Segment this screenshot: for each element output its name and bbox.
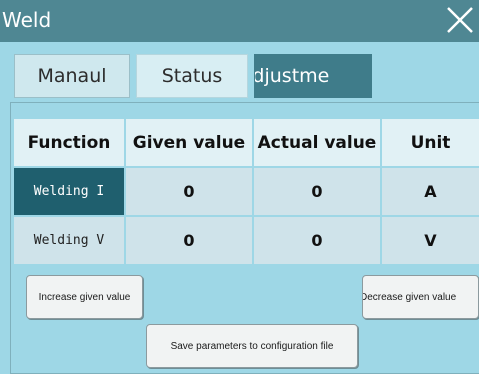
table-header-row: Function Given value Actual value Unit — [14, 119, 479, 168]
window-title: Weld — [2, 8, 52, 32]
tab-bar: Manaul Status ne adjustme — [0, 44, 479, 100]
increase-given-value-button[interactable]: Increase given value — [26, 275, 143, 319]
function-cell[interactable]: Welding I — [14, 168, 124, 215]
tab-adjustment[interactable]: ne adjustme — [254, 54, 372, 98]
tab-status[interactable]: Status — [136, 54, 248, 98]
actual-value-cell: 0 — [254, 168, 380, 215]
tab-manual[interactable]: Manaul — [14, 54, 130, 98]
function-cell[interactable]: Welding V — [14, 217, 124, 264]
table-row: Welding V 0 0 V — [14, 217, 479, 266]
unit-cell: A — [382, 168, 479, 215]
header-unit: Unit — [382, 119, 479, 166]
save-parameters-button[interactable]: Save parameters to configuration file — [146, 324, 358, 368]
decrease-button-label: Decrease given value — [362, 291, 457, 303]
given-value-cell[interactable]: 0 — [126, 168, 252, 215]
actual-value-cell: 0 — [254, 217, 380, 264]
tab-adjustment-label: ne adjustme — [255, 65, 330, 87]
title-bar: Weld — [0, 0, 479, 42]
header-function: Function — [14, 119, 124, 166]
unit-cell: V — [382, 217, 479, 264]
decrease-given-value-button[interactable]: Decrease given value — [362, 275, 479, 319]
header-given-value: Given value — [126, 119, 252, 166]
given-value-cell[interactable]: 0 — [126, 217, 252, 264]
weld-window: Weld Manaul Status ne adjustme Function … — [0, 0, 479, 374]
close-icon[interactable] — [445, 5, 475, 35]
header-actual-value: Actual value — [254, 119, 380, 166]
table-row: Welding I 0 0 A — [14, 168, 479, 217]
